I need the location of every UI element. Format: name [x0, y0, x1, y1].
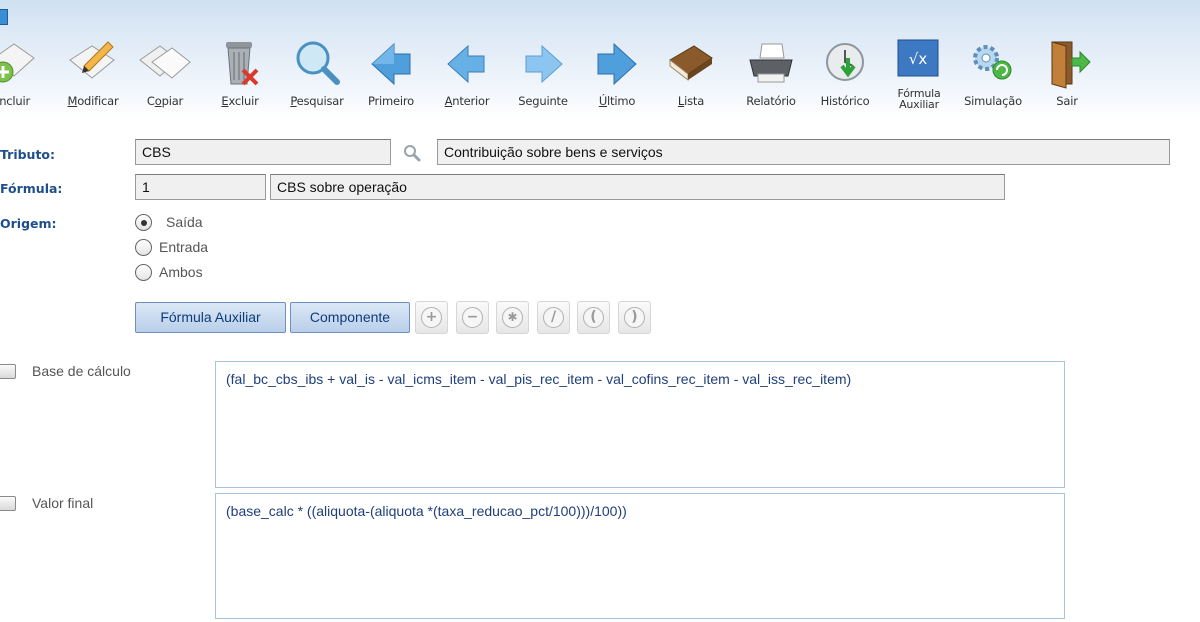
origem-option-ambos[interactable]: Ambos: [135, 262, 225, 284]
next-arrow-icon: [525, 44, 563, 84]
toolbar-label: Histórico: [820, 94, 870, 108]
copiar-button[interactable]: Copiar: [138, 36, 192, 116]
origem-option-entrada[interactable]: Entrada: [135, 237, 225, 259]
relatorio-button[interactable]: Relatório: [744, 36, 798, 116]
close-paren-icon: ): [624, 307, 645, 328]
toolbar-label: Modificar: [67, 94, 119, 108]
formula-label: Fórmula:: [0, 181, 63, 196]
valor-final-label: Valor final: [32, 495, 94, 511]
plus-operator-button[interactable]: +: [415, 301, 448, 334]
svg-text:√x: √x: [909, 50, 928, 68]
origem-option-label: Saída: [166, 214, 203, 230]
first-arrow-icon: [371, 42, 411, 86]
toolbar-label: Copiar: [146, 94, 184, 108]
primeiro-button[interactable]: Primeiro: [364, 36, 418, 116]
toolbar-label: Último: [598, 94, 636, 108]
book-icon: [669, 45, 713, 82]
toolbar-label: Relatório: [746, 94, 796, 108]
title-bar: [0, 0, 1200, 32]
edit-page-icon: [69, 41, 115, 79]
incluir-button[interactable]: Incluir: [0, 36, 40, 116]
base-calculo-formula-area[interactable]: (fal_bc_cbs_ibs + val_is - val_icms_item…: [215, 361, 1065, 488]
toolbar-label: Pesquisar: [290, 94, 344, 108]
close-paren-button[interactable]: ): [618, 301, 651, 334]
seguinte-button[interactable]: Seguinte: [516, 36, 570, 116]
toolbar: Incluir Modificar Copiar Excluir Pesqui: [0, 32, 1200, 120]
history-clock-icon: [826, 43, 864, 81]
printer-icon: [749, 43, 793, 83]
ultimo-button[interactable]: Último: [590, 36, 644, 116]
pesquisar-button[interactable]: Pesquisar: [290, 36, 344, 116]
open-paren-button[interactable]: (: [577, 301, 610, 334]
minus-icon: −: [462, 307, 483, 328]
square-root-icon: √x: [897, 39, 939, 77]
window-icon: [0, 9, 8, 25]
trash-delete-icon: [226, 42, 259, 86]
historico-button[interactable]: Histórico: [818, 36, 872, 116]
toolbar-label: Simulação: [964, 94, 1022, 108]
simulacao-button[interactable]: Simulação: [964, 36, 1022, 116]
valor-final-checkbox[interactable]: [0, 496, 16, 511]
slash-icon: /: [543, 307, 564, 328]
divide-operator-button[interactable]: /: [537, 301, 570, 334]
toolbar-label: Primeiro: [367, 94, 415, 108]
magnifier-icon: [296, 41, 340, 85]
modificar-button[interactable]: Modificar: [66, 36, 120, 116]
toolbar-label: Seguinte: [518, 94, 568, 108]
plus-icon: +: [421, 307, 442, 328]
formula-code-field[interactable]: 1: [135, 174, 266, 200]
radio-button[interactable]: [135, 264, 152, 281]
formula-auxiliar-button[interactable]: Fórmula Auxiliar: [135, 302, 286, 333]
toolbar-label: Lista: [677, 94, 705, 108]
anterior-button[interactable]: Anterior: [440, 36, 494, 116]
radio-button[interactable]: [135, 239, 152, 256]
toolbar-label: Incluir: [0, 94, 31, 108]
valor-final-formula-area[interactable]: (base_calc * ((aliquota-(aliquota *(taxa…: [215, 493, 1065, 619]
tributo-description-field: Contribuição sobre bens e serviços: [437, 139, 1170, 165]
origem-option-saida[interactable]: Saída: [135, 212, 225, 234]
radio-button-checked[interactable]: [135, 214, 152, 231]
asterisk-icon: ✱: [502, 307, 523, 328]
open-paren-icon: (: [583, 307, 604, 328]
multiply-operator-button[interactable]: ✱: [496, 301, 529, 334]
minus-operator-button[interactable]: −: [456, 301, 489, 334]
lista-button[interactable]: Lista: [664, 36, 718, 116]
previous-arrow-icon: [447, 44, 485, 84]
toolbar-label: Sair: [1056, 94, 1078, 108]
exit-door-icon: [1051, 41, 1091, 89]
gears-icon: [973, 45, 1012, 80]
add-page-icon: [0, 43, 35, 83]
toolbar-label: Fórmula Auxiliar: [897, 87, 941, 111]
tributo-code-field[interactable]: CBS: [135, 139, 391, 165]
lookup-search-icon[interactable]: [402, 143, 422, 163]
origem-label: Origem:: [0, 216, 57, 231]
formula-auxiliar-toolbar-button[interactable]: √x Fórmula Auxiliar: [892, 36, 946, 116]
origem-option-label: Entrada: [159, 239, 209, 255]
base-calculo-label: Base de cálculo: [32, 363, 131, 379]
base-calculo-checkbox[interactable]: [0, 364, 16, 379]
tributo-label: Tributo:: [0, 147, 56, 162]
componente-button[interactable]: Componente: [290, 302, 410, 333]
origem-option-label: Ambos: [159, 264, 203, 280]
excluir-button[interactable]: Excluir: [213, 36, 267, 116]
toolbar-label: Anterior: [444, 94, 490, 108]
formula-description-field[interactable]: CBS sobre operação: [270, 174, 1005, 200]
sair-button[interactable]: Sair: [1040, 36, 1094, 116]
last-arrow-icon: [597, 42, 637, 86]
toolbar-label: Excluir: [221, 94, 259, 108]
copy-pages-icon: [139, 45, 191, 79]
